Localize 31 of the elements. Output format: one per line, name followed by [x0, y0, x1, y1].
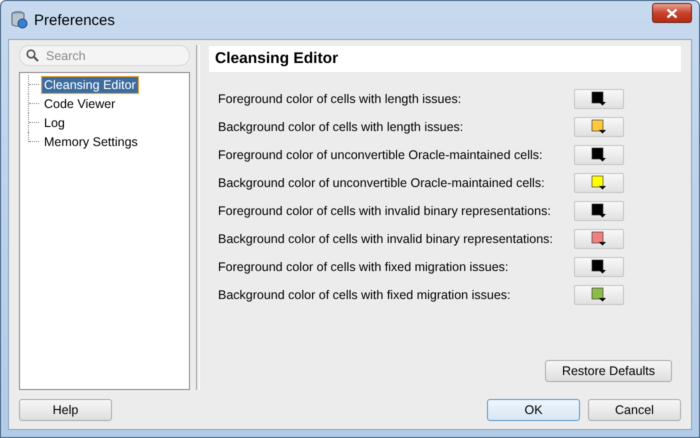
search-icon	[26, 49, 39, 62]
tree-item[interactable]: Cleansing Editor	[41, 76, 139, 94]
setting-label: Foreground color of cells with fixed migration issues:	[218, 260, 510, 274]
setting-label: Background color of unconvertible Oracle-maintained cells:	[218, 176, 546, 190]
tree-item[interactable]: Log	[41, 114, 68, 132]
tree-item[interactable]: Code Viewer	[41, 94, 118, 112]
color-picker-button[interactable]	[574, 117, 624, 137]
close-button[interactable]	[652, 3, 692, 23]
setting-label: Background color of cells with length issues:	[218, 120, 464, 134]
help-button[interactable]: Help	[19, 399, 112, 421]
close-icon	[666, 8, 678, 18]
search-field[interactable]: Search	[19, 45, 190, 66]
panel-header: Cleansing Editor	[209, 46, 681, 72]
setting-label: Background color of cells with fixed migration issues:	[218, 288, 512, 302]
color-picker-button[interactable]	[574, 89, 624, 109]
tree-item[interactable]: Memory Settings	[41, 132, 141, 150]
ok-button[interactable]: OK	[487, 399, 580, 421]
window-title: Preferences	[34, 12, 116, 28]
color-picker-button[interactable]	[574, 285, 624, 305]
restore-defaults-button[interactable]: Restore Defaults	[545, 360, 672, 382]
color-picker-button[interactable]	[574, 173, 624, 193]
setting-label: Foreground color of cells with invalid binary representations:	[218, 204, 552, 218]
color-picker-button[interactable]	[574, 229, 624, 249]
color-picker-button[interactable]	[574, 145, 624, 165]
color-picker-button[interactable]	[574, 201, 624, 221]
color-picker-button[interactable]	[574, 257, 624, 277]
database-icon	[10, 11, 28, 29]
setting-label: Foreground color of cells with length issues:	[218, 92, 462, 106]
cancel-button[interactable]: Cancel	[588, 399, 681, 421]
setting-label: Foreground color of unconvertible Oracle-maintained cells:	[218, 148, 544, 162]
setting-label: Background color of cells with invalid binary representations:	[218, 232, 554, 246]
